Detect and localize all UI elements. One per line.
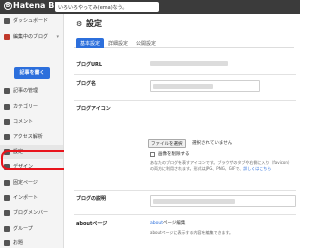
divider [74,100,296,101]
sidebar-item-import[interactable]: インポート [0,191,63,205]
blog-url-value [150,61,228,66]
write-article-button[interactable]: 記事を書く [14,67,50,79]
page-icon [4,180,10,186]
comment-icon [4,119,10,125]
chart-icon [4,134,10,140]
about-page-help: aboutページに表示する内容を編集できます。 [150,230,234,235]
folder-icon [4,104,10,110]
tab-advanced-settings[interactable]: 詳細設定 [104,38,132,48]
about-page-edit-link[interactable]: aboutページ編集 [150,220,185,226]
file-status: 選択されていません [192,141,233,146]
about-page-label: aboutページ [76,221,108,227]
settings-main: ⚙ 設定 基本設定 詳細設定 公開設定 ブログURL ブログ名 ブログアイコン フ… [64,14,300,248]
description-label: ブログの説明 [76,196,107,202]
divider [74,190,296,191]
blog-name-value [153,84,213,89]
sidebar-item-categories[interactable]: カテゴリー [0,100,63,114]
details-link[interactable]: 詳しくはこちら [243,166,271,171]
blog-icon-help: あなたのブログを表すアイコンです。ブラウザのタブや右側に入り（favicon）の… [150,160,290,171]
settings-tabs: 基本設定 詳細設定 公開設定 [74,38,294,48]
article-icon [4,88,10,94]
tab-basic-settings[interactable]: 基本設定 [76,38,105,48]
members-icon [4,210,10,216]
sidebar: ダッシュボード 編集中のブログ 記事を書く 記事の管理 カテゴリー コメント ア… [0,14,64,248]
dashboard-icon [4,18,10,24]
delete-image-checkbox[interactable] [150,152,155,157]
sidebar-item-current-blog[interactable]: 編集中のブログ [0,30,63,44]
divider [74,74,296,75]
sidebar-item-pages[interactable]: 固定ページ [0,176,63,190]
sidebar-item-groups[interactable]: グループ [0,222,63,236]
sidebar-item-topics[interactable]: お題 [0,236,63,248]
sidebar-item-comments[interactable]: コメント [0,115,63,129]
blog-url-label: ブログURL [76,62,103,68]
hatena-logo-icon: B [4,1,12,10]
sidebar-item-analytics[interactable]: アクセス解析 [0,130,63,144]
highlight-annotation [1,150,71,170]
topic-icon [4,240,10,246]
description-field[interactable] [150,195,296,207]
sidebar-item-articles[interactable]: 記事の管理 [0,84,63,98]
tab-publish-settings[interactable]: 公開設定 [132,38,160,48]
blog-name-field[interactable] [150,80,260,92]
import-icon [4,195,10,201]
group-icon [4,226,10,232]
blog-icon [4,34,10,40]
sidebar-item-members[interactable]: ブログメンバー [0,206,63,220]
blog-name-label: ブログ名 [76,81,97,87]
delete-image-label: 画像を削除する [158,152,190,157]
gear-icon: ⚙ [76,20,83,28]
blog-selector[interactable]: いろいろやってみ(ema)なう。 [55,2,159,12]
page-title: ⚙ 設定 [76,19,102,28]
top-bar: B Hatena Blog いろいろやってみ(ema)なう。 [0,0,300,14]
file-select-button[interactable]: ファイルを選択 [148,139,186,148]
divider [74,214,296,215]
blog-icon-label: ブログアイコン [76,106,111,112]
description-value [153,199,235,204]
sidebar-item-dashboard[interactable]: ダッシュボード [0,14,63,28]
